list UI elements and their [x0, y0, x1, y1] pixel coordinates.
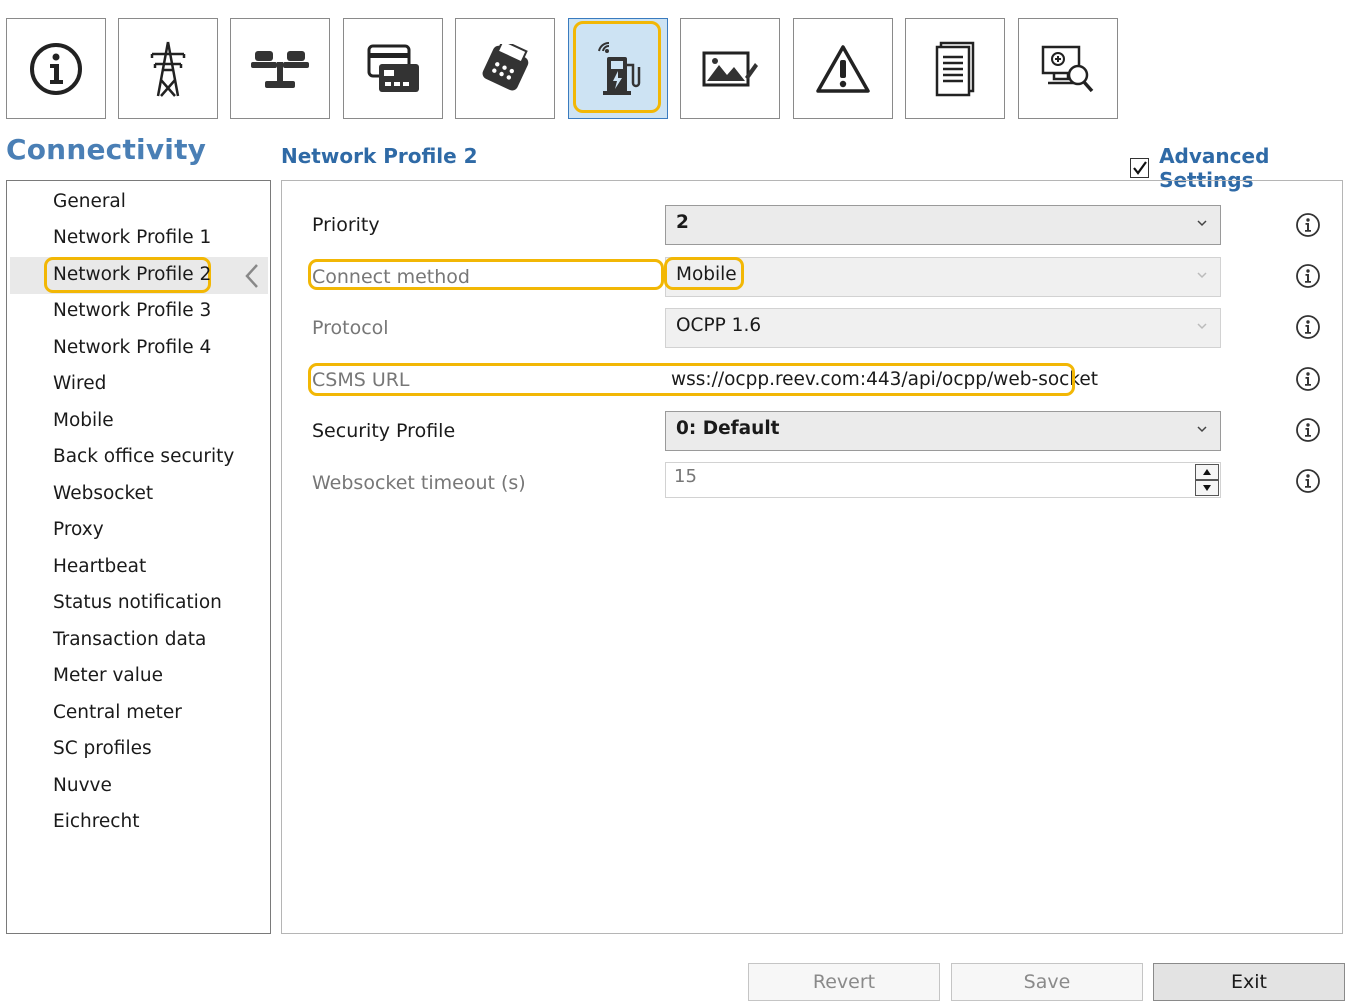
websocket-timeout-label: Websocket timeout (s) [312, 472, 526, 494]
priority-value: 2 [676, 212, 689, 233]
chevron-down-icon [1197, 220, 1207, 227]
nav-item-transaction-data[interactable]: Transaction data [53, 625, 206, 655]
nav-item-network-profile-3[interactable]: Network Profile 3 [53, 296, 211, 326]
websocket-timeout-input[interactable]: 15 [665, 462, 1221, 498]
chevron-down-icon [1197, 323, 1207, 330]
toolbar-logs-button[interactable] [905, 18, 1005, 119]
advanced-settings-checkbox[interactable] [1130, 158, 1150, 178]
nav-item-nuvve[interactable]: Nuvve [53, 771, 112, 801]
protocol-select[interactable]: OCPP 1.6 [665, 308, 1221, 348]
nav-item-back-office-security[interactable]: Back office security [53, 442, 234, 472]
chevron-down-icon [1197, 426, 1207, 433]
protocol-value: OCPP 1.6 [676, 315, 762, 336]
security-profile-label: Security Profile [312, 420, 456, 442]
nav-item-sc-profiles[interactable]: SC profiles [53, 734, 152, 764]
stepper-up-button[interactable] [1195, 464, 1219, 480]
power-tower-icon [150, 41, 186, 97]
checkmark-icon [1133, 161, 1147, 175]
connect-method-value-highlight [664, 257, 744, 290]
settings-panel: Priority 2 Connect method Mobile Protoco… [281, 180, 1343, 934]
protocol-label: Protocol [312, 317, 389, 339]
image-edit-icon [702, 51, 758, 86]
section-title: Connectivity [6, 133, 207, 166]
stepper-down-button[interactable] [1195, 480, 1219, 496]
toolbar-connectivity-button[interactable] [568, 18, 668, 119]
priority-label: Priority [312, 214, 380, 236]
exit-button[interactable]: Exit [1153, 963, 1345, 1001]
card-reader-icon [367, 44, 419, 92]
triangle-down-icon [1203, 485, 1211, 491]
toolbar-info-button[interactable] [6, 18, 106, 119]
nav-item-status-notification[interactable]: Status notification [53, 588, 222, 618]
nav-item-central-meter[interactable]: Central meter [53, 698, 182, 728]
security-profile-value: 0: Default [676, 418, 780, 439]
websocket-timeout-value: 15 [674, 466, 697, 487]
info-icon[interactable] [1295, 263, 1321, 289]
nav-item-eichrecht[interactable]: Eichrecht [53, 807, 139, 837]
info-icon[interactable] [1295, 366, 1321, 392]
nav-item-heartbeat[interactable]: Heartbeat [53, 552, 146, 582]
revert-button[interactable]: Revert [748, 963, 940, 1001]
toolbar-display-button[interactable] [680, 18, 780, 119]
nav-item-websocket[interactable]: Websocket [53, 479, 153, 509]
chevron-left-icon [245, 264, 258, 288]
triangle-up-icon [1203, 469, 1211, 475]
info-icon [30, 42, 82, 95]
toolbar-highlight [573, 21, 661, 113]
nav-item-meter-value[interactable]: Meter value [53, 661, 163, 691]
toolbar-metering-button[interactable] [230, 18, 330, 119]
toolbar-alerts-button[interactable] [793, 18, 893, 119]
toolbar-grid-button[interactable] [118, 18, 218, 119]
info-icon[interactable] [1295, 212, 1321, 238]
nav-item-network-profile-4[interactable]: Network Profile 4 [53, 333, 211, 363]
nav-item-mobile[interactable]: Mobile [53, 406, 114, 436]
page-title: Network Profile 2 [281, 144, 478, 168]
payment-terminal-icon [482, 43, 529, 90]
nav-item-proxy[interactable]: Proxy [53, 515, 104, 545]
toolbar-card-button[interactable] [343, 18, 443, 119]
save-button[interactable]: Save [951, 963, 1143, 1001]
chevron-down-icon [1197, 272, 1207, 279]
toolbar-diagnostics-button[interactable] [1018, 18, 1118, 119]
nav-item-network-profile-2[interactable]: Network Profile 2 [53, 260, 211, 290]
toolbar-payment-button[interactable] [455, 18, 555, 119]
csms-url-highlight [308, 363, 1075, 396]
scale-icon [251, 50, 309, 88]
settings-nav: General Network Profile 1 Network Profil… [6, 180, 271, 934]
document-icon [935, 41, 975, 96]
nav-item-wired[interactable]: Wired [53, 369, 106, 399]
websocket-timeout-stepper [1195, 464, 1219, 496]
info-icon[interactable] [1295, 417, 1321, 443]
connect-method-select[interactable]: Mobile [665, 257, 1221, 297]
nav-item-network-profile-1[interactable]: Network Profile 1 [53, 223, 211, 253]
info-icon[interactable] [1295, 468, 1321, 494]
security-profile-select[interactable]: 0: Default [665, 411, 1221, 451]
diagnostics-icon [1041, 45, 1094, 92]
nav-item-general[interactable]: General [53, 187, 126, 217]
priority-select[interactable]: 2 [665, 205, 1221, 245]
info-icon[interactable] [1295, 314, 1321, 340]
connect-method-label-highlight [308, 259, 664, 290]
warning-icon [816, 44, 870, 93]
